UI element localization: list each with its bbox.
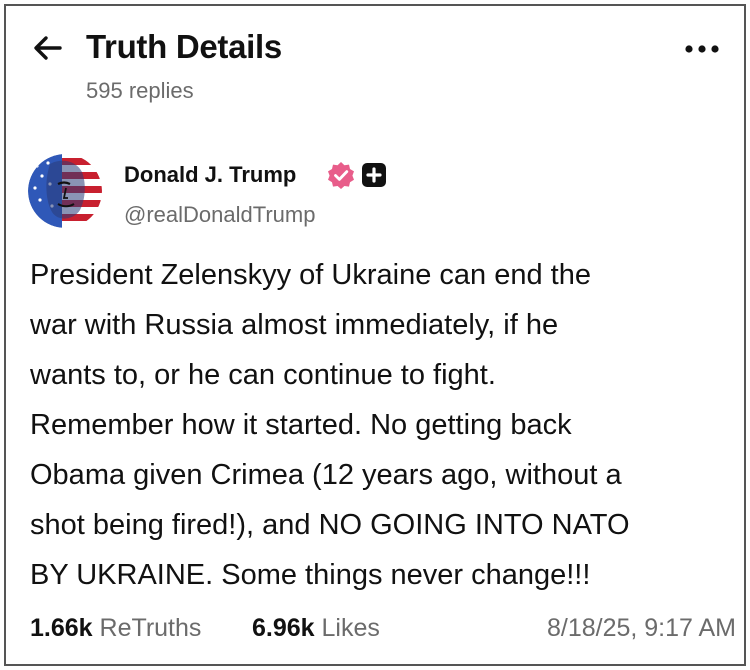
post-detail-panel: Truth Details 595 replies Donald J. Trum… — [4, 4, 746, 666]
retruths-stat[interactable]: 1.66k ReTruths — [30, 614, 201, 643]
post-text-line: Obama given Crimea (12 years ago, withou… — [30, 459, 622, 491]
retruths-count: 1.66k — [30, 614, 93, 642]
author-name[interactable]: Donald J. Trump — [124, 162, 296, 188]
post-text-line: shot being fired!), and NO GOING INTO NA… — [30, 509, 630, 541]
reply-count: 595 replies — [86, 78, 194, 103]
plus-badge-icon — [362, 163, 386, 187]
author-handle[interactable]: @realDonaldTrump — [124, 202, 315, 228]
arrow-left-icon[interactable] — [32, 32, 64, 64]
post-text-line: Remember how it started. No getting back — [30, 409, 572, 441]
post-text-line: BY UKRAINE. Some things never change!!! — [30, 559, 591, 591]
more-horizontal-icon[interactable] — [682, 42, 722, 56]
page-title: Truth Details — [86, 28, 282, 65]
retruths-label: ReTruths — [99, 614, 202, 642]
likes-stat[interactable]: 6.96k Likes — [252, 614, 380, 643]
header: Truth Details 595 replies — [6, 6, 744, 116]
avatar[interactable] — [28, 154, 102, 228]
post-stats: 1.66k ReTruths 6.96k Likes 8/18/25, 9:17… — [30, 614, 736, 648]
post-text-line: war with Russia almost immediately, if h… — [30, 309, 559, 341]
post-author: Donald J. Trump @realDonaldTrump — [28, 154, 728, 234]
verified-badge-icon — [326, 160, 356, 190]
likes-count: 6.96k — [252, 614, 315, 642]
post-body: President Zelenskyy of Ukraine can end t… — [30, 250, 730, 600]
post-text-line: wants to, or he can continue to fight. — [30, 359, 496, 391]
post-timestamp: 8/18/25, 9:17 AM — [546, 614, 736, 642]
likes-label: Likes — [321, 614, 380, 642]
post-text-line: President Zelenskyy of Ukraine can end t… — [30, 259, 591, 291]
